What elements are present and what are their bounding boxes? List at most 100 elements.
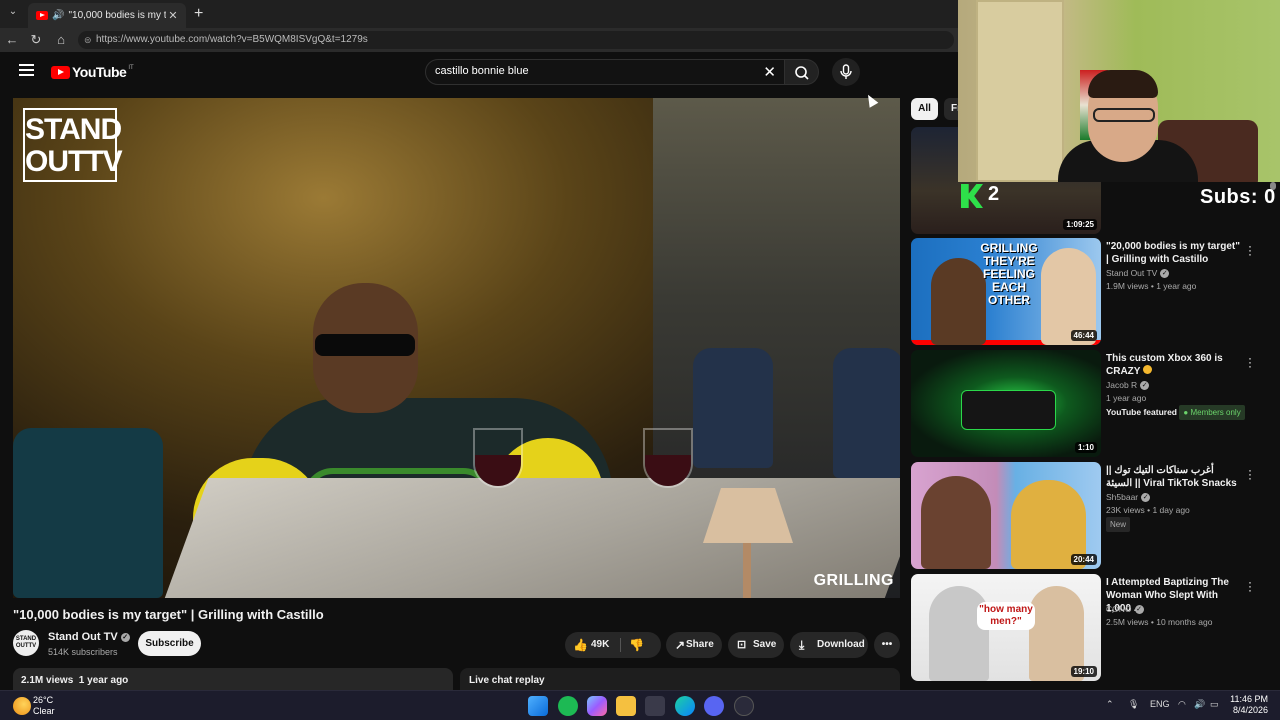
close-tab-icon[interactable]: ✕ xyxy=(166,9,180,22)
like-button[interactable]: 👍 49K xyxy=(565,632,619,658)
voice-search-button[interactable] xyxy=(832,58,860,86)
input-language[interactable]: ENG xyxy=(1150,699,1170,709)
recommendation-channel[interactable]: Sh5baar ✓ xyxy=(1106,491,1151,504)
video-sunglasses xyxy=(315,334,415,356)
download-icon: ⤓ xyxy=(799,638,805,652)
new-tab-button[interactable]: + xyxy=(194,5,203,23)
more-actions-button[interactable]: ••• xyxy=(874,632,900,658)
recommendation-channel[interactable]: Jacob R ✓ xyxy=(1106,379,1150,392)
obs-icon[interactable] xyxy=(734,696,754,716)
share-label: Share xyxy=(686,639,714,650)
recommendation-channel[interactable]: CONO ✓ xyxy=(1106,603,1144,616)
description-box[interactable]: 2.1M views 1 year ago xyxy=(13,668,453,690)
share-icon: ↗ xyxy=(675,638,686,652)
recommendation-title-text: This custom Xbox 360 is CRAZY xyxy=(1106,353,1223,377)
country-code: IT xyxy=(128,65,134,71)
recommendation-title[interactable]: || أغرب سناكات التيك توك السيئة || Viral… xyxy=(1106,464,1241,490)
like-count: 49K xyxy=(591,639,610,650)
more-vertical-icon[interactable]: · · · xyxy=(1247,576,1253,596)
more-vertical-icon[interactable]: · · · xyxy=(1247,240,1253,260)
speaker-icon[interactable]: 🔊 xyxy=(52,10,64,21)
sidebar-scrollbar[interactable] xyxy=(1270,182,1276,682)
webcam-door xyxy=(976,0,1064,182)
subscriber-count: 514K subscribers xyxy=(48,647,118,657)
file-explorer-icon[interactable] xyxy=(616,696,636,716)
discord-icon[interactable] xyxy=(704,696,724,716)
search-input[interactable] xyxy=(435,65,745,77)
video-duration: 1:10 xyxy=(1074,442,1097,453)
address-bar: ← ↻ ⌂ ⊜ https://www.youtube.com/watch?v=… xyxy=(0,28,960,52)
clear-search-icon[interactable]: ✕ xyxy=(763,63,776,81)
channel-name[interactable]: Stand Out TV ✓ xyxy=(48,631,130,643)
recommendation-thumbnail[interactable]: GRILLING THEY'RE FEELING EACH OTHER 46:4… xyxy=(911,238,1101,345)
live-chat-label: Live chat replay xyxy=(469,675,545,686)
start-icon[interactable] xyxy=(528,696,548,716)
spotify-icon[interactable] xyxy=(558,696,578,716)
save-button[interactable]: ⊡ Save xyxy=(728,632,784,658)
new-badge: New xyxy=(1106,517,1131,532)
channel-name-text: Stand Out TV xyxy=(1106,268,1158,278)
verified-icon: ✓ xyxy=(1141,493,1151,502)
thumbnail-xbox xyxy=(961,390,1056,430)
thumbs-up-icon: 👍 xyxy=(573,638,588,652)
thumbnail-text: 2 xyxy=(988,183,1000,205)
url-field[interactable]: ⊜ https://www.youtube.com/watch?v=B5WQM8… xyxy=(78,31,954,49)
microphone-tray-icon[interactable]: 🎙 xyxy=(1128,699,1139,710)
weather-icon[interactable] xyxy=(13,697,31,715)
copilot-icon[interactable] xyxy=(587,696,607,716)
subscribe-button[interactable]: Subscribe xyxy=(138,631,201,656)
download-button[interactable]: ⤓ Download xyxy=(790,632,868,658)
back-icon[interactable]: ← xyxy=(4,32,20,48)
search-box[interactable]: ✕ xyxy=(425,59,785,85)
video-duration: 1:09:25 xyxy=(1063,219,1097,230)
webcam-overlay xyxy=(958,0,1280,182)
recommendation-meta: 1 year ago xyxy=(1106,393,1147,403)
recommendation-thumbnail[interactable]: 20:44 xyxy=(911,462,1101,569)
home-icon[interactable]: ⌂ xyxy=(53,32,69,48)
clock-time: 11:46 PM xyxy=(1230,694,1268,704)
wifi-icon[interactable]: ◠ xyxy=(1178,699,1186,710)
edge-icon[interactable] xyxy=(675,696,695,716)
weather-widget[interactable]: 26°C Clear xyxy=(33,695,55,717)
youtube-logo[interactable]: YouTube IT xyxy=(51,64,134,80)
system-clock[interactable]: 11:46 PM 8/4/2026 xyxy=(1226,694,1268,716)
microsoft-store-icon[interactable] xyxy=(645,696,665,716)
browser-tab[interactable]: 🔊 "10,000 bodies is my target" | ✕ xyxy=(28,3,186,28)
k-logo-icon xyxy=(961,184,983,208)
channel-name-text: Sh5baar xyxy=(1106,492,1139,502)
volume-icon[interactable]: 🔊 xyxy=(1194,699,1205,710)
chip-all[interactable]: All xyxy=(911,98,938,120)
refresh-icon[interactable]: ↻ xyxy=(28,32,44,48)
weather-condition: Clear xyxy=(33,706,55,716)
recommendation-thumbnail[interactable]: "how many men?" 19:10 xyxy=(911,574,1101,681)
show-hidden-icons-icon[interactable]: ⌃ xyxy=(1106,699,1114,710)
recommendation-title[interactable]: "20,000 bodies is my target" | Grilling … xyxy=(1106,240,1241,266)
channel-avatar[interactable]: STAND OUTTV xyxy=(13,630,39,656)
recommendation-thumbnail[interactable]: 1:10 xyxy=(911,350,1101,457)
recommendation-badges: YouTube featured ● Members only xyxy=(1106,405,1245,420)
more-vertical-icon[interactable]: · · · xyxy=(1247,464,1253,484)
stand-out-tv-watermark: STAND OUTTV xyxy=(23,108,123,182)
tab-actions-icon[interactable]: ⌄ xyxy=(6,6,20,20)
video-player[interactable]: STAND OUTTV GRILLING xyxy=(13,98,900,598)
verified-icon: ✓ xyxy=(1140,381,1150,390)
grilling-watermark: GRILLING xyxy=(813,572,894,589)
verified-icon: ✓ xyxy=(120,633,130,642)
download-label: Download xyxy=(817,639,865,650)
dislike-button[interactable]: 👎 xyxy=(623,632,659,658)
url-text: https://www.youtube.com/watch?v=B5WQM8IS… xyxy=(96,34,368,45)
share-button[interactable]: ↗ Share xyxy=(666,632,722,658)
battery-icon[interactable]: ▭ xyxy=(1210,699,1219,710)
site-info-icon[interactable]: ⊜ xyxy=(84,31,92,49)
recommendation-title[interactable]: This custom Xbox 360 is CRAZY xyxy=(1106,352,1241,378)
live-chat-replay[interactable]: Live chat replay xyxy=(460,668,900,690)
recommendation-channel[interactable]: Stand Out TV ✓ xyxy=(1106,267,1170,280)
search-button[interactable] xyxy=(785,59,819,85)
webcam-person-hair xyxy=(1088,70,1158,98)
members-only-text: Members only xyxy=(1190,408,1241,417)
members-icon: ● xyxy=(1183,408,1189,417)
more-vertical-icon[interactable]: · · · xyxy=(1247,352,1253,372)
menu-icon[interactable] xyxy=(19,64,34,76)
thumbnail-text: GRILLING THEY'RE FEELING EACH OTHER xyxy=(980,241,1038,307)
views-and-date: 2.1M views 1 year ago xyxy=(21,675,129,686)
